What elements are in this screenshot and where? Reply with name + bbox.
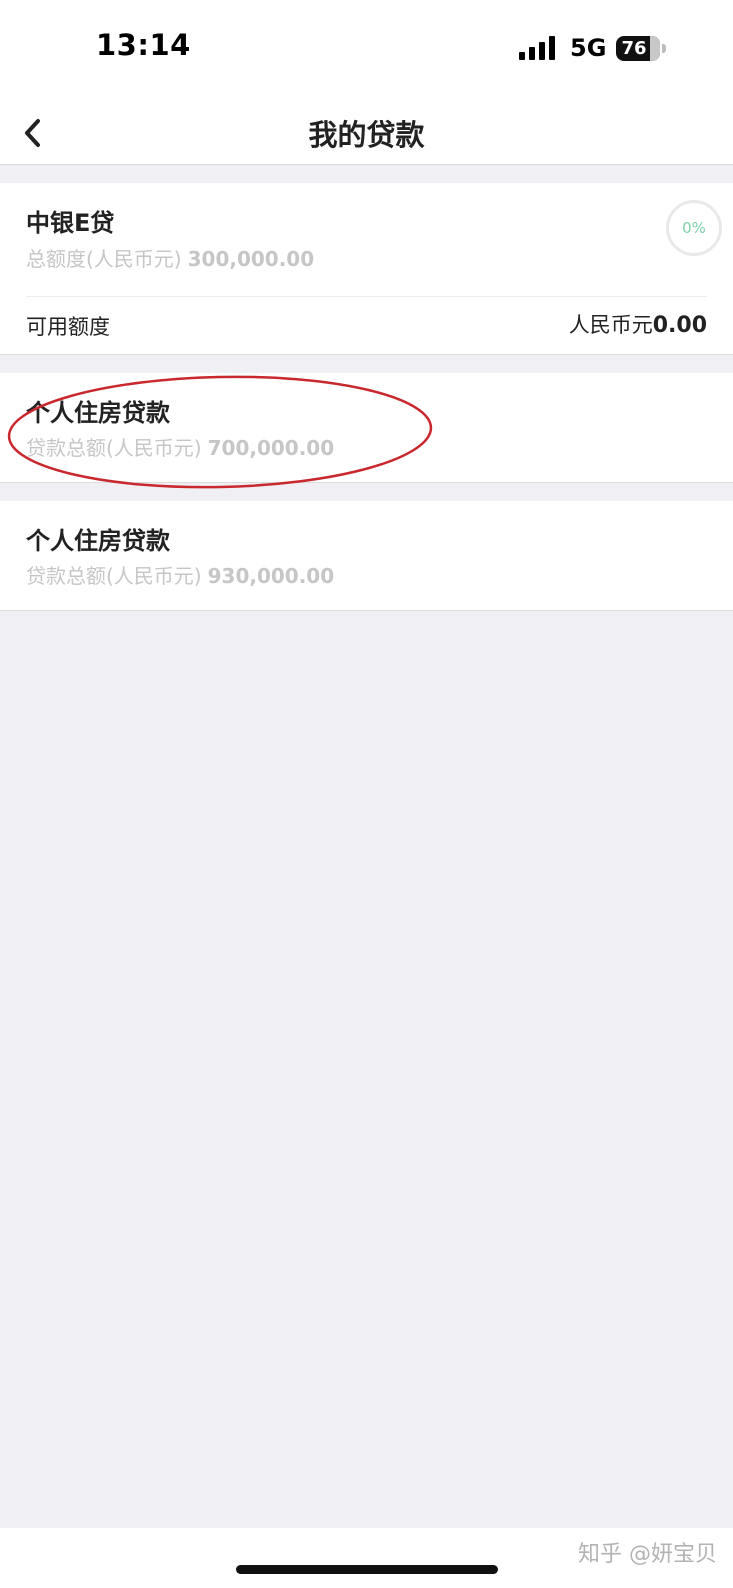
usage-progress-ring: 0% <box>666 200 722 256</box>
available-amount: 0.00 <box>652 313 707 338</box>
loan-total: 贷款总额(人民币元) 930,000.00 <box>26 560 334 589</box>
loan-card-housing-2[interactable]: 个人住房贷款 贷款总额(人民币元) 930,000.00 <box>0 501 733 611</box>
limit-amount: 300,000.00 <box>187 247 315 271</box>
home-indicator[interactable] <box>236 1565 498 1574</box>
status-time: 13:14 <box>96 28 191 62</box>
available-limit-label: 可用额度 <box>26 315 110 339</box>
loan-card-e-loan[interactable]: 中银E贷 总额度(人民币元) 300,000.00 0% 可用额度 人民币元0.0… <box>0 183 733 355</box>
cellular-signal-icon <box>519 36 559 60</box>
product-name: 个人住房贷款 <box>26 399 170 427</box>
nav-bar: 我的贷款 <box>0 100 733 165</box>
usage-percent: 0% <box>682 219 706 237</box>
product-name: 个人住房贷款 <box>26 527 170 555</box>
network-type: 5G <box>570 34 607 62</box>
page-title: 我的贷款 <box>308 118 425 152</box>
loan-total: 贷款总额(人民币元) 700,000.00 <box>26 432 334 461</box>
loan-card-housing-1[interactable]: 个人住房贷款 贷款总额(人民币元) 700,000.00 <box>0 373 733 483</box>
available-limit-value: 人民币元0.00 <box>569 309 707 339</box>
loan-total-label: 贷款总额(人民币元) <box>26 436 202 460</box>
loan-total-amount: 700,000.00 <box>207 436 335 460</box>
watermark: 知乎 @妍宝贝 <box>578 1542 717 1567</box>
available-currency: 人民币元 <box>568 313 653 337</box>
battery-icon: 76 <box>616 36 660 61</box>
battery-cap <box>662 44 666 53</box>
battery-level: 76 <box>621 38 647 59</box>
product-limit: 总额度(人民币元) 300,000.00 <box>26 243 314 272</box>
divider <box>26 296 707 297</box>
status-bar: 13:14 5G 76 <box>0 0 733 100</box>
loan-total-label: 贷款总额(人民币元) <box>26 564 202 588</box>
limit-label: 总额度(人民币元) <box>26 247 182 271</box>
loan-total-amount: 930,000.00 <box>207 564 335 588</box>
product-name: 中银E贷 <box>26 209 115 237</box>
